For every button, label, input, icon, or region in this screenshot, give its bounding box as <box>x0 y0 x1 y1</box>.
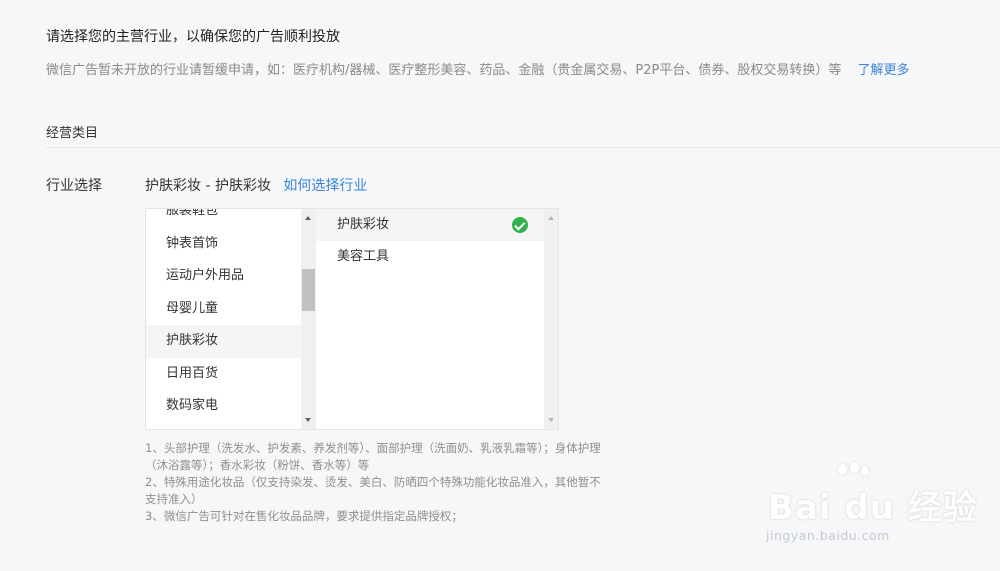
how-to-choose-link[interactable]: 如何选择行业 <box>283 178 367 194</box>
category-notes: 1、头部护理（洗发水、护发素、养发剂等）、面部护理（洗面奶、乳液乳霜等）；身体护… <box>145 440 605 525</box>
category-scrollbar[interactable] <box>301 209 316 429</box>
subcategory-item[interactable]: 美容工具 <box>316 241 544 273</box>
subcategory-list: 护肤彩妆 美容工具 <box>316 209 544 429</box>
selected-industry-value: 护肤彩妆 - 护肤彩妆 <box>145 178 271 194</box>
scrollbar-thumb[interactable] <box>302 269 315 311</box>
baidu-jingyan-watermark: Bai du 经验 jingyan.baidu.com <box>760 462 990 558</box>
check-circle-icon <box>512 217 528 233</box>
scroll-up-arrow-icon[interactable] <box>305 216 311 220</box>
category-item[interactable]: 自媒体 <box>146 423 301 430</box>
notice-text: 微信广告暂未开放的行业请暂缓申请，如：医疗机构/器械、医疗整形美容、药品、金融（… <box>46 63 842 78</box>
note-item: 2、特殊用途化妆品（仅支持染发、烫发、美白、防晒四个特殊功能化妆品准入，其他暂不… <box>145 475 601 506</box>
watermark-brand: Bai du 经验 <box>768 488 978 528</box>
section-title: 经营类目 <box>46 126 99 141</box>
scroll-up-arrow-icon[interactable] <box>548 216 554 220</box>
category-item[interactable]: 数码家电 <box>146 390 301 423</box>
category-item[interactable]: 运动户外用品 <box>146 260 301 293</box>
subcategory-label: 美容工具 <box>337 249 390 264</box>
section-divider <box>46 147 1000 148</box>
subcategory-label: 护肤彩妆 <box>337 217 390 232</box>
category-item[interactable]: 日用百货 <box>146 358 301 391</box>
paw-icon <box>861 466 869 476</box>
scroll-down-arrow-icon[interactable] <box>305 418 311 422</box>
category-list[interactable]: 服装鞋包钟表首饰运动户外用品母婴儿童护肤彩妆日用百货数码家电自媒体 <box>146 209 301 429</box>
restricted-industries-notice: 微信广告暂未开放的行业请暂缓申请，如：医疗机构/器械、医疗整形美容、药品、金融（… <box>46 59 910 78</box>
subcategory-scrollbar[interactable] <box>544 209 558 429</box>
subcategory-item[interactable]: 护肤彩妆 <box>316 209 544 241</box>
category-item[interactable]: 护肤彩妆 <box>146 325 301 358</box>
category-item[interactable]: 服装鞋包 <box>146 209 301 228</box>
category-item[interactable]: 母婴儿童 <box>146 293 301 326</box>
scroll-down-arrow-icon[interactable] <box>548 418 554 422</box>
industry-picker: 服装鞋包钟表首饰运动户外用品母婴儿童护肤彩妆日用百货数码家电自媒体 护肤彩妆美容… <box>145 208 559 430</box>
watermark-url: jingyan.baidu.com <box>766 528 890 543</box>
paw-icon <box>850 462 859 473</box>
note-item: 3、微信广告可针对在售化妆品品牌，要求提供指定品牌授权； <box>145 509 463 523</box>
page-title: 请选择您的主营行业，以确保您的广告顺利投放 <box>46 29 340 45</box>
category-item[interactable]: 钟表首饰 <box>146 228 301 261</box>
paw-icon <box>838 464 847 475</box>
note-item: 1、头部护理（洗发水、护发素、养发剂等）、面部护理（洗面奶、乳液乳霜等）；身体护… <box>145 441 601 472</box>
selected-industry: 护肤彩妆 - 护肤彩妆 如何选择行业 <box>145 175 367 195</box>
learn-more-link[interactable]: 了解更多 <box>857 63 909 78</box>
industry-field-label: 行业选择 <box>46 178 102 194</box>
